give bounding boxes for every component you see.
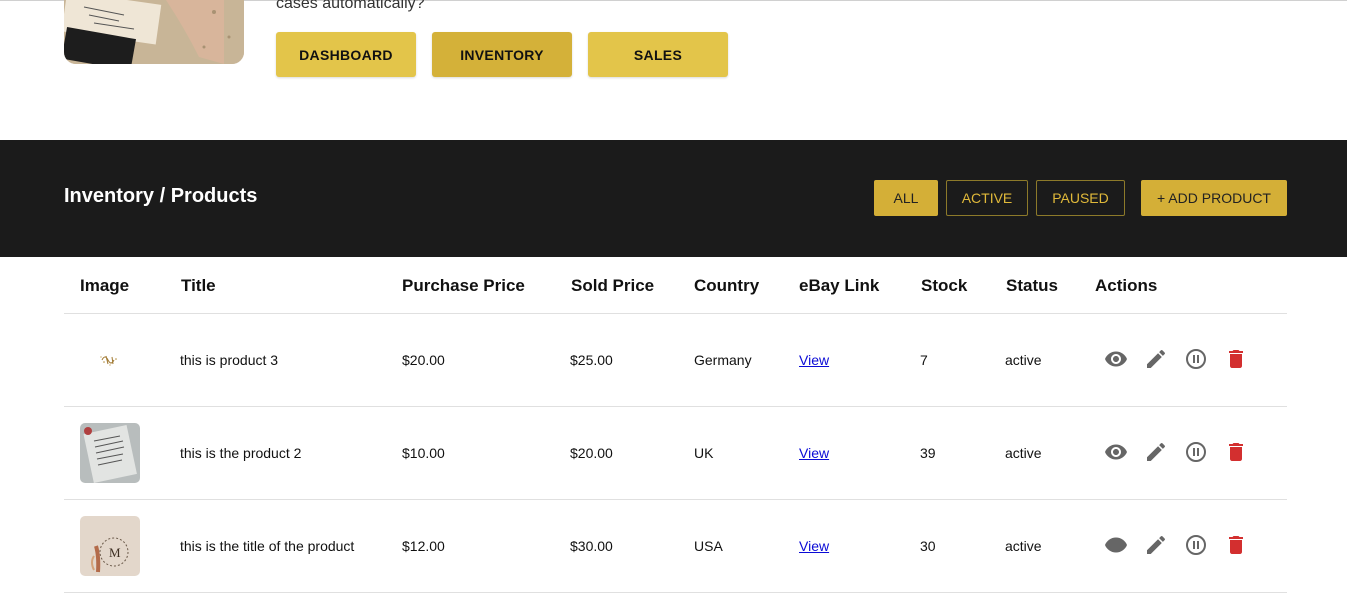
view-icon[interactable] [1104,440,1128,464]
filter-active-button[interactable]: ACTIVE [946,180,1028,216]
column-header-stock: Stock [921,276,968,295]
hero-image [64,0,244,64]
svg-text:M: M [109,545,121,560]
ebay-view-link[interactable]: View [799,445,829,461]
column-header-purchase-price: Purchase Price [402,276,525,295]
product-thumbnail [80,423,140,483]
status: active [1005,445,1042,461]
ebay-view-link[interactable]: View [799,538,829,554]
column-header-sold-price: Sold Price [571,276,655,295]
product-title: this is product 3 [180,352,279,368]
purchase-price: $12.00 [402,538,445,554]
pause-icon[interactable] [1184,440,1208,464]
view-icon[interactable] [1104,533,1128,557]
stock: 7 [920,352,928,368]
product-thumbnail [80,330,140,390]
status: active [1005,538,1042,554]
table-row: this is the product 2 $10.00 $20.00 UK V… [64,407,1287,500]
stock: 39 [920,445,936,461]
column-header-actions: Actions [1095,276,1158,295]
table-header: Image Title Purchase Price Sold Price Co… [64,257,1287,314]
column-header-status: Status [1006,276,1058,295]
ebay-link-cell: View [799,352,829,368]
add-product-button[interactable]: + ADD PRODUCT [1141,180,1287,216]
sold-price: $20.00 [570,445,613,461]
product-thumbnail: M [80,516,140,576]
country: Germany [694,352,752,368]
column-header-title: Title [181,276,216,295]
edit-icon[interactable] [1144,533,1168,557]
purchase-price: $10.00 [402,445,445,461]
inventory-header-bar: Inventory / Products ALL ACTIVE PAUSED +… [0,140,1347,257]
stock: 30 [920,538,936,554]
products-table: Image Title Purchase Price Sold Price Co… [64,257,1287,593]
ebay-view-link[interactable]: View [799,352,829,368]
filter-paused-button[interactable]: PAUSED [1036,180,1125,216]
sold-price: $30.00 [570,538,613,554]
pause-icon[interactable] [1184,347,1208,371]
country: USA [694,538,723,554]
filter-all-button[interactable]: ALL [874,180,938,216]
dashboard-button[interactable]: DASHBOARD [276,32,416,77]
column-header-ebay-link: eBay Link [799,276,880,295]
status: active [1005,352,1042,368]
ebay-link-cell: View [799,538,829,554]
edit-icon[interactable] [1144,347,1168,371]
sales-button[interactable]: SALES [588,32,728,77]
delete-icon[interactable] [1224,533,1248,557]
product-title: this is the product 2 [180,445,302,461]
table-row: M this is the title of the product $12.0… [64,500,1287,593]
purchase-price: $20.00 [402,352,445,368]
delete-icon[interactable] [1224,440,1248,464]
page-title: Inventory / Products [64,185,258,207]
delete-icon[interactable] [1224,347,1248,371]
pause-icon[interactable] [1184,533,1208,557]
table-row: this is product 3 $20.00 $25.00 Germany … [64,314,1287,407]
column-header-country: Country [694,276,760,295]
column-header-image: Image [80,276,130,295]
product-title: this is the title of the product [180,538,355,554]
sold-price: $25.00 [570,352,613,368]
top-card: cases automatically? DASHBOARD INVENTORY… [0,0,1347,140]
edit-icon[interactable] [1144,440,1168,464]
inventory-button[interactable]: INVENTORY [432,32,572,77]
hero-text: cases automatically? [276,0,425,12]
ebay-link-cell: View [799,445,829,461]
country: UK [694,445,714,461]
view-icon[interactable] [1104,347,1128,371]
